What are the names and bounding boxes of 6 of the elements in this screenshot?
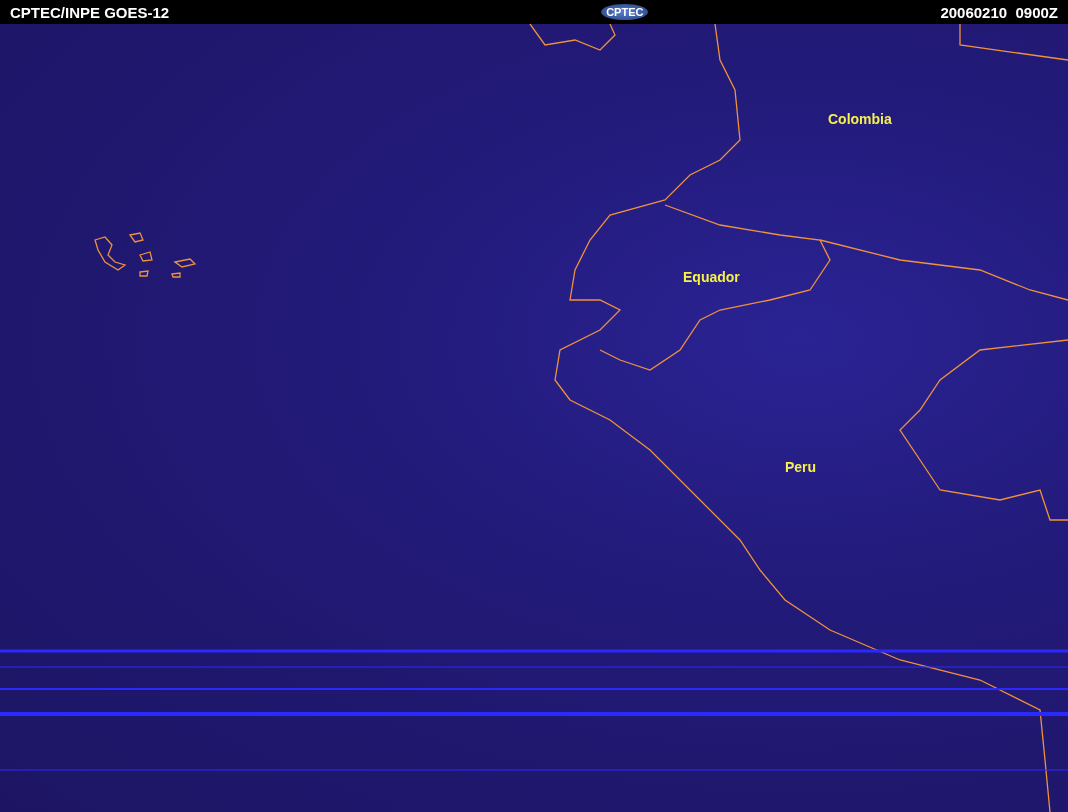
country-label: Peru [785,459,817,475]
logo: CPTEC [601,4,649,20]
country-label: Equador [683,269,740,285]
country-label: Colombia [828,111,892,127]
image-title: CPTEC/INPE GOES-12 [10,3,170,21]
timestamp: 20060210 0900Z [940,3,1058,21]
